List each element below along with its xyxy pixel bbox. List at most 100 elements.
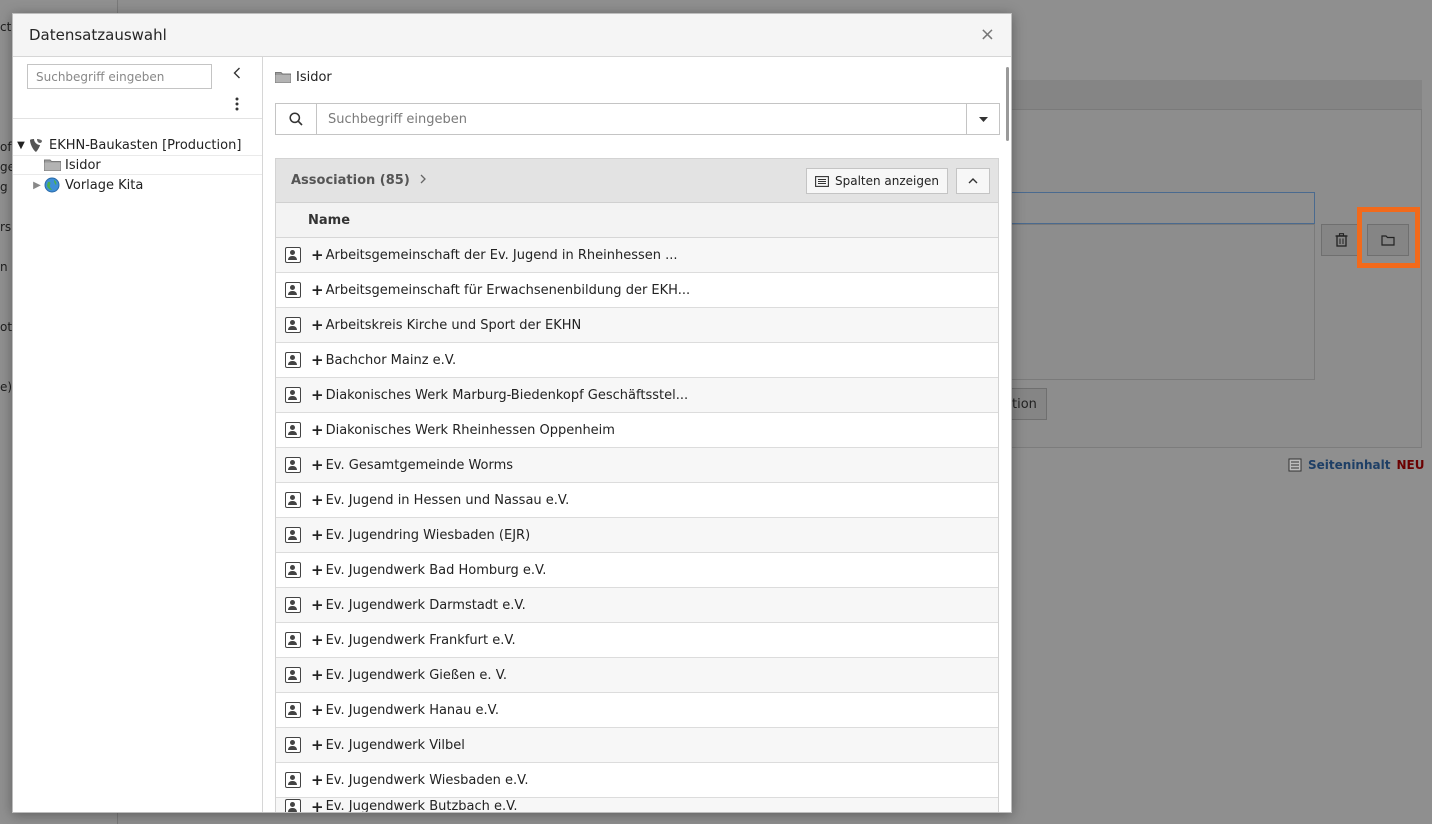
tree-search-input[interactable]: Suchbegriff eingeben xyxy=(27,64,212,89)
column-header-name[interactable]: Name xyxy=(276,203,998,238)
add-icon[interactable]: + xyxy=(311,281,324,299)
contact-card-icon xyxy=(285,798,301,812)
add-icon[interactable]: + xyxy=(311,491,324,509)
table-row[interactable]: + Ev. Jugendwerk Bad Homburg e.V. xyxy=(276,553,998,588)
row-label[interactable]: Ev. Jugendwerk Hanau e.V. xyxy=(326,703,499,718)
tree-node-label: Isidor xyxy=(65,157,101,173)
row-label[interactable]: Diakonisches Werk Rheinhessen Oppenheim xyxy=(326,423,615,438)
show-columns-button[interactable]: Spalten anzeigen xyxy=(805,168,948,194)
row-label[interactable]: Diakonisches Werk Marburg-Biedenkopf Ges… xyxy=(326,388,689,403)
contact-card-icon xyxy=(285,317,301,333)
contact-card-icon xyxy=(285,422,301,438)
table-row[interactable]: + Diakonisches Werk Marburg-Biedenkopf Ge… xyxy=(276,378,998,413)
contact-card-icon xyxy=(285,527,301,543)
add-icon[interactable]: + xyxy=(311,526,324,544)
table-title[interactable]: Association (85) xyxy=(291,173,410,188)
row-label[interactable]: Ev. Jugendwerk Vilbel xyxy=(326,738,465,753)
contact-card-icon xyxy=(285,597,301,613)
record-search-input[interactable]: Suchbegriff eingeben xyxy=(317,104,966,134)
bg-fragment: of xyxy=(0,140,12,154)
bg-fragment: e) xyxy=(0,380,13,394)
background-field xyxy=(1005,192,1315,224)
add-icon[interactable]: + xyxy=(311,386,324,404)
table-row[interactable]: + Ev. Gesamtgemeinde Worms xyxy=(276,448,998,483)
add-icon[interactable]: + xyxy=(311,561,324,579)
tree-expand-toggle[interactable]: ▶ xyxy=(31,180,43,191)
table-row[interactable]: + Arbeitskreis Kirche und Sport der EKHN xyxy=(276,308,998,343)
contact-card-icon xyxy=(285,667,301,683)
row-label[interactable]: Ev. Jugendwerk Darmstadt e.V. xyxy=(326,598,526,613)
contact-card-icon xyxy=(285,352,301,368)
add-icon[interactable]: + xyxy=(311,351,324,369)
row-label[interactable]: Ev. Jugendwerk Gießen e. V. xyxy=(326,668,507,683)
add-icon[interactable]: + xyxy=(311,771,324,789)
contact-card-icon xyxy=(285,772,301,788)
row-label[interactable]: Ev. Gesamtgemeinde Worms xyxy=(326,458,513,473)
new-content-link: Seiteninhalt NEU xyxy=(1288,458,1424,472)
row-label[interactable]: Ev. Jugendwerk Wiesbaden e.V. xyxy=(326,773,529,788)
table-header: Association (85) Spalten anzeigen xyxy=(276,159,998,203)
table-row[interactable]: + Ev. Jugendwerk Frankfurt e.V. xyxy=(276,623,998,658)
add-icon[interactable]: + xyxy=(311,246,324,264)
row-label[interactable]: Ev. Jugend in Hessen und Nassau e.V. xyxy=(326,493,570,508)
scrollbar-thumb[interactable] xyxy=(1006,67,1009,141)
neu-label: NEU xyxy=(1396,458,1425,472)
row-label[interactable]: Ev. Jugendwerk Butzbach e.V. xyxy=(326,799,518,812)
table-row[interactable]: + Ev. Jugendring Wiesbaden (EJR) xyxy=(276,518,998,553)
table-row[interactable]: + Ev. Jugendwerk Vilbel xyxy=(276,728,998,763)
table-row[interactable]: + Ev. Jugendwerk Gießen e. V. xyxy=(276,658,998,693)
background-panel-header xyxy=(1000,80,1422,110)
caret-down-icon xyxy=(978,116,988,122)
page-tree-pane: Suchbegriff eingeben ▼ EKHN-Baukasten [P… xyxy=(13,57,263,812)
contact-card-icon xyxy=(285,492,301,508)
tree-node-vorlage-kita[interactable]: ▶ Vorlage Kita xyxy=(13,175,262,195)
add-icon[interactable]: + xyxy=(311,666,324,684)
add-icon[interactable]: + xyxy=(311,596,324,614)
table-row[interactable]: + Bachchor Mainz e.V. xyxy=(276,343,998,378)
tree-node-root[interactable]: ▼ EKHN-Baukasten [Production] xyxy=(13,135,262,155)
table-row[interactable]: + Arbeitsgemeinschaft für Erwachsenenbild… xyxy=(276,273,998,308)
table-row[interactable]: + Arbeitsgemeinschaft der Ev. Jugend in R… xyxy=(276,238,998,273)
row-label[interactable]: Arbeitskreis Kirche und Sport der EKHN xyxy=(326,318,582,333)
add-icon[interactable]: + xyxy=(311,701,324,719)
trash-button xyxy=(1321,224,1361,256)
row-label[interactable]: Ev. Jugendring Wiesbaden (EJR) xyxy=(326,528,531,543)
row-label[interactable]: Ev. Jugendwerk Frankfurt e.V. xyxy=(326,633,516,648)
table-row[interactable]: + Ev. Jugendwerk Wiesbaden e.V. xyxy=(276,763,998,798)
typo3-logo-icon xyxy=(27,138,45,152)
kebab-menu-icon[interactable] xyxy=(235,97,239,115)
chevron-left-icon[interactable] xyxy=(233,67,241,83)
tree-node-isidor[interactable]: Isidor xyxy=(13,155,262,175)
breadcrumb-label: Isidor xyxy=(296,70,332,85)
bg-fragment: rs xyxy=(0,220,12,234)
search-icon[interactable] xyxy=(276,104,317,134)
add-icon[interactable]: + xyxy=(311,798,324,812)
close-icon[interactable]: × xyxy=(980,26,995,44)
add-icon[interactable]: + xyxy=(311,631,324,649)
search-options-dropdown[interactable] xyxy=(966,104,999,134)
table-row[interactable]: + Diakonisches Werk Rheinhessen Oppenheim xyxy=(276,413,998,448)
row-label[interactable]: Ev. Jugendwerk Bad Homburg e.V. xyxy=(326,563,547,578)
table-row[interactable]: + Ev. Jugend in Hessen und Nassau e.V. xyxy=(276,483,998,518)
modal-title: Datensatzauswahl xyxy=(29,26,167,44)
table-row[interactable]: + Ev. Jugendwerk Hanau e.V. xyxy=(276,693,998,728)
row-label[interactable]: Bachchor Mainz e.V. xyxy=(326,353,457,368)
row-label[interactable]: Arbeitsgemeinschaft der Ev. Jugend in Rh… xyxy=(326,248,678,263)
row-label[interactable]: Arbeitsgemeinschaft für Erwachsenenbildu… xyxy=(326,283,691,298)
seiteninhalt-label: Seiteninhalt xyxy=(1308,458,1391,472)
table-row[interactable]: + Ev. Jugendwerk Darmstadt e.V. xyxy=(276,588,998,623)
highlight-marker xyxy=(1357,207,1420,268)
chevron-right-icon[interactable] xyxy=(420,173,426,188)
collapse-table-button[interactable] xyxy=(956,168,990,194)
add-icon[interactable]: + xyxy=(311,421,324,439)
add-icon[interactable]: + xyxy=(311,316,324,334)
background-box xyxy=(1005,224,1315,380)
table-row[interactable]: + Ev. Jugendwerk Butzbach e.V. xyxy=(276,798,998,812)
contact-card-icon xyxy=(285,387,301,403)
tree-expand-toggle[interactable]: ▼ xyxy=(15,140,27,151)
add-icon[interactable]: + xyxy=(311,736,324,754)
add-icon[interactable]: + xyxy=(311,456,324,474)
record-table: Association (85) Spalten anzeigen Name +… xyxy=(275,158,999,812)
background-button-label: tion xyxy=(1012,396,1037,412)
show-columns-label: Spalten anzeigen xyxy=(834,174,939,188)
